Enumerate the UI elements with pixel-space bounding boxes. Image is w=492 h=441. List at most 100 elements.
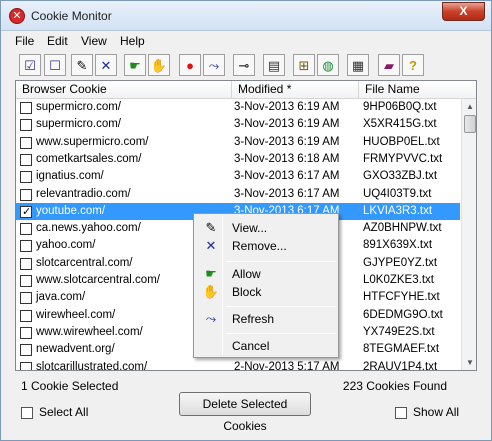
column-modified[interactable]: Modified * [232, 81, 359, 99]
cell-browser-cookie: ca.news.yahoo.com/ [36, 222, 141, 235]
block-icon: ✋ [202, 284, 220, 299]
ctx-refresh[interactable]: ⤳ Refresh [196, 309, 336, 329]
table-row[interactable]: www.supermicro.com/3-Nov-2013 6:19 AM HUO… [16, 134, 460, 151]
close-button[interactable]: X [442, 2, 485, 21]
select-all-checkbox[interactable] [21, 407, 33, 419]
table-row[interactable]: slotcarillustrated.com/2-Nov-2013 5:17 A… [16, 359, 460, 371]
tree-icon: ⊞ [298, 57, 310, 73]
uncheck-all-button[interactable]: ☐ [44, 54, 66, 76]
record-icon: ● [186, 57, 194, 73]
ctx-view[interactable]: ✎ View... [196, 218, 336, 238]
help-icon: ? [409, 57, 417, 73]
menu-help[interactable]: Help [120, 34, 145, 48]
check-all-button[interactable]: ☑ [19, 54, 41, 76]
cell-file-name: LKVIA3R3.txt [363, 204, 433, 217]
record-button[interactable]: ● [179, 54, 201, 76]
delete-selected-button[interactable]: Delete Selected Cookies [179, 392, 311, 433]
scroll-down-icon[interactable]: ▼ [462, 355, 476, 370]
row-checkbox[interactable] [20, 102, 32, 114]
vertical-scrollbar[interactable]: ▲ ▼ [461, 99, 476, 370]
cell-browser-cookie: cometkartsales.com/ [36, 152, 142, 165]
column-browser-cookie[interactable]: Browser Cookie [16, 81, 232, 99]
table-row[interactable]: supermicro.com/3-Nov-2013 6:19 AM 9HP06B0… [16, 99, 460, 116]
cell-modified: 3-Nov-2013 6:19 AM [234, 101, 340, 113]
row-checkbox[interactable] [20, 204, 32, 221]
row-checkbox[interactable] [20, 292, 32, 305]
allow-icon: ☛ [129, 57, 141, 73]
book-button[interactable]: ▰ [378, 54, 400, 76]
row-checkbox[interactable] [20, 188, 32, 201]
ctx-allow-label: Allow [232, 267, 261, 281]
cell-file-name: 9HP06B0Q.txt [363, 101, 437, 113]
row-checkbox[interactable] [20, 361, 32, 370]
ctx-allow[interactable]: ☛ Allow [196, 264, 336, 284]
table-row[interactable]: cometkartsales.com/3-Nov-2013 6:18 AM FRM… [16, 151, 460, 168]
row-checkbox[interactable] [20, 136, 32, 149]
ctx-cancel[interactable]: Cancel [196, 336, 336, 356]
row-checkbox[interactable] [20, 240, 32, 253]
row-checkbox[interactable] [20, 275, 32, 287]
view-button[interactable]: ▤ [263, 54, 285, 76]
cell-modified: 3-Nov-2013 6:17 AM [234, 170, 340, 183]
help-button[interactable]: ? [402, 54, 424, 76]
properties-icon: ▦ [351, 57, 365, 73]
ctx-cancel-label: Cancel [232, 339, 270, 353]
row-checkbox[interactable] [20, 344, 32, 357]
cell-browser-cookie: yahoo.com/ [36, 239, 96, 252]
row-checkbox[interactable] [20, 171, 32, 184]
delete-icon: ✕ [100, 57, 112, 73]
cell-modified: 3-Nov-2013 6:18 AM [234, 152, 340, 165]
delete-button[interactable]: ✕ [95, 54, 117, 76]
show-all-checkbox[interactable] [395, 407, 407, 419]
pin-button[interactable]: ⊸ [233, 54, 255, 76]
refresh-button[interactable]: ⤳ [203, 54, 225, 76]
table-row[interactable]: supermicro.com/3-Nov-2013 6:19 AM X5XR415… [16, 116, 460, 133]
menu-file[interactable]: File [15, 34, 34, 48]
cell-browser-cookie: relevantradio.com/ [36, 187, 131, 200]
cell-browser-cookie: slotcarcentral.com/ [36, 256, 133, 269]
tree-button[interactable]: ⊞ [293, 54, 315, 76]
block-button[interactable]: ✋ [148, 54, 170, 76]
row-checkbox[interactable] [20, 257, 32, 270]
show-all-label[interactable]: Show All [413, 405, 459, 419]
menu-edit[interactable]: Edit [47, 34, 68, 48]
ctx-separator [226, 306, 336, 307]
cell-browser-cookie: slotcarillustrated.com/ [36, 360, 148, 371]
row-checkbox[interactable] [20, 309, 32, 322]
ctx-block-label: Block [232, 285, 262, 299]
allow-icon: ☛ [205, 266, 217, 281]
cell-file-name: 891X639X.txt [363, 239, 433, 252]
edit-button[interactable]: ✎ [71, 54, 93, 76]
menu-view[interactable]: View [81, 34, 107, 48]
cell-file-name: AZ0BHNPW.txt [363, 222, 442, 235]
column-file-name[interactable]: File Name [359, 81, 476, 99]
cell-browser-cookie: supermicro.com/ [36, 118, 121, 131]
refresh-icon: ⤳ [205, 311, 217, 326]
table-row[interactable]: ignatius.com/3-Nov-2013 6:17 AM GXO33ZBJ.… [16, 168, 460, 185]
properties-button[interactable]: ▦ [347, 54, 369, 76]
title-bar[interactable]: ✕ Cookie Monitor X [1, 1, 491, 31]
toolbar: ☑ ☐ ✎ ✕ ☛ ✋ ● ⤳ ⊸ ▤ ⊞ ◍ ▦ ▰ ? [1, 52, 491, 78]
row-checkbox[interactable] [20, 153, 32, 166]
row-checkbox[interactable] [20, 119, 32, 132]
edit-icon: ✎ [205, 220, 217, 235]
ctx-remove[interactable]: ✕ Remove... [196, 236, 336, 256]
table-row[interactable]: relevantradio.com/3-Nov-2013 6:17 AM UQ4I… [16, 186, 460, 203]
cell-browser-cookie: youtube.com/ [36, 204, 106, 217]
select-all-label[interactable]: Select All [39, 405, 88, 419]
allow-button[interactable]: ☛ [124, 54, 146, 76]
found-count: 223 Cookies Found [342, 379, 447, 393]
book-icon: ▰ [384, 57, 394, 73]
app-window: ✕ Cookie Monitor X File Edit View Help ☑… [0, 0, 492, 441]
cell-file-name: UQ4I03T9.txt [363, 187, 432, 200]
ctx-block[interactable]: ✋ Block [196, 282, 336, 302]
globe-button[interactable]: ◍ [317, 54, 339, 76]
cookie-monitor-icon: ✕ [9, 8, 25, 24]
scroll-thumb[interactable] [464, 115, 476, 133]
ctx-refresh-label: Refresh [232, 312, 275, 326]
row-checkbox[interactable] [20, 223, 32, 236]
row-checkbox[interactable] [20, 326, 32, 339]
ctx-separator [226, 261, 336, 262]
scroll-up-icon[interactable]: ▲ [462, 99, 476, 115]
cell-browser-cookie: www.wirewheel.com/ [36, 325, 143, 338]
